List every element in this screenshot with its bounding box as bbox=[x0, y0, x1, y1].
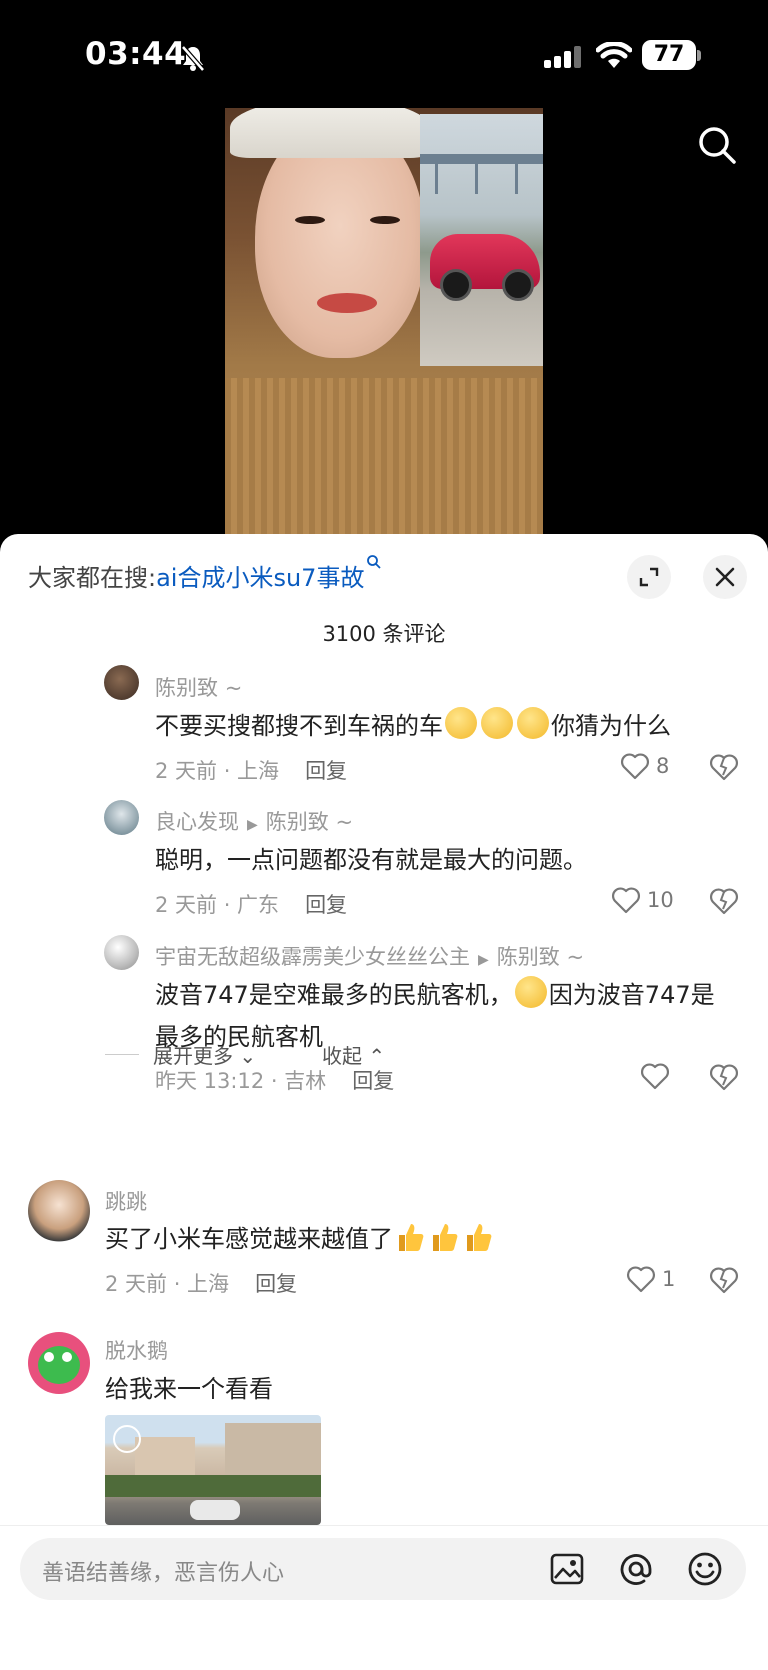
mention-icon[interactable] bbox=[617, 1550, 655, 1588]
reply-button[interactable]: 回复 bbox=[305, 759, 347, 783]
dislike-heart-icon[interactable] bbox=[709, 753, 739, 781]
avatar[interactable] bbox=[104, 935, 139, 970]
wifi-icon bbox=[596, 42, 632, 68]
close-button[interactable] bbox=[703, 555, 747, 599]
emoji-icon bbox=[517, 707, 549, 739]
battery-tip bbox=[697, 50, 701, 61]
reply-meta: 昨天 13:12 · 吉林 回复 bbox=[155, 1069, 395, 1093]
expand-button[interactable] bbox=[627, 555, 671, 599]
video-cap bbox=[230, 108, 430, 158]
search-icon[interactable] bbox=[697, 125, 737, 165]
comment-author[interactable]: 脱水鹅 bbox=[105, 1335, 168, 1365]
image-icon[interactable] bbox=[548, 1550, 586, 1588]
heart-icon bbox=[627, 1266, 655, 1293]
comment-count: 3100 条评论 bbox=[322, 622, 446, 646]
search-small-icon bbox=[367, 555, 382, 569]
collapse-button[interactable]: 收起 ⌃ bbox=[322, 1040, 385, 1069]
dislike-heart-icon[interactable] bbox=[709, 887, 739, 915]
chevron-down-icon: ⌄ bbox=[239, 1044, 257, 1068]
reply-text: 聪明，一点问题都没有就是最大的问题。 bbox=[155, 846, 587, 874]
divider bbox=[105, 1054, 139, 1055]
reply-author[interactable]: 宇宙无敌超级霹雳美少女丝丝公主 ▶ 陈别致 ~ bbox=[155, 941, 584, 971]
reply-button[interactable]: 回复 bbox=[305, 893, 347, 917]
reply-button[interactable]: 回复 bbox=[352, 1069, 394, 1093]
comment-input-placeholder: 善语结善缘，恶言伤人心 bbox=[42, 1561, 285, 1586]
reply-author[interactable]: 良心发现 ▶ 陈别致 ~ bbox=[155, 806, 353, 836]
dislike-heart-icon[interactable] bbox=[709, 1063, 739, 1091]
dislike-heart-icon[interactable] bbox=[709, 1266, 739, 1294]
emoji-icon bbox=[514, 976, 547, 1008]
cellular-signal-icon bbox=[544, 46, 581, 68]
video-inset-car-image bbox=[420, 114, 543, 366]
battery-level: 77 bbox=[642, 40, 696, 70]
avatar[interactable] bbox=[28, 1332, 90, 1394]
comment-input[interactable]: 善语结善缘，恶言伤人心 bbox=[20, 1538, 746, 1600]
like-button[interactable] bbox=[640, 1062, 670, 1090]
like-button[interactable]: 10 bbox=[611, 886, 674, 914]
reply-text: 不要买搜都搜不到车祸的车 你猜为什么 bbox=[155, 705, 671, 747]
hot-search-label: 大家都在搜: bbox=[28, 564, 157, 592]
comment-author[interactable]: 跳跳 bbox=[105, 1186, 147, 1216]
hot-search-keyword[interactable]: ai合成小米su7事故 bbox=[156, 564, 364, 592]
hot-search[interactable]: 大家都在搜:ai合成小米su7事故 bbox=[28, 555, 382, 593]
comment-text: 买了小米车感觉越来越值了 bbox=[105, 1218, 495, 1260]
close-icon bbox=[715, 567, 735, 587]
like-button[interactable]: 1 bbox=[626, 1265, 675, 1293]
like-button[interactable]: 8 bbox=[620, 752, 669, 780]
red-car bbox=[430, 234, 540, 301]
emoji-icon bbox=[445, 707, 477, 739]
expand-more-button[interactable]: 展开更多 ⌄ bbox=[153, 1040, 256, 1069]
thumbs-up-emoji-icon bbox=[433, 1224, 458, 1251]
reply-author[interactable]: 陈别致 ~ bbox=[155, 672, 242, 702]
heart-icon bbox=[621, 753, 649, 780]
comment-input-bar: 善语结善缘，恶言伤人心 bbox=[0, 1525, 768, 1670]
chevron-up-icon: ⌃ bbox=[368, 1044, 386, 1068]
video-sweater bbox=[225, 378, 543, 538]
reply-button[interactable]: 回复 bbox=[255, 1272, 297, 1296]
status-bar: 03:44 77 bbox=[0, 0, 768, 100]
silent-bell-icon bbox=[181, 45, 205, 72]
emoji-icon bbox=[481, 707, 513, 739]
comment-meta: 2 天前 · 上海 回复 bbox=[105, 1272, 298, 1296]
thumbs-up-emoji-icon bbox=[399, 1224, 424, 1251]
reply-meta: 2 天前 · 上海 回复 bbox=[155, 759, 348, 783]
heart-icon bbox=[612, 887, 640, 914]
emoji-picker-icon[interactable] bbox=[686, 1550, 724, 1588]
comment-text: 给我来一个看看 bbox=[105, 1375, 273, 1403]
avatar[interactable] bbox=[104, 665, 139, 700]
thumbs-up-emoji-icon bbox=[467, 1224, 492, 1251]
avatar[interactable] bbox=[104, 800, 139, 835]
expand-icon bbox=[639, 567, 659, 587]
status-time: 03:44 bbox=[85, 36, 187, 72]
avatar[interactable] bbox=[28, 1180, 90, 1242]
reply-meta: 2 天前 · 广东 回复 bbox=[155, 893, 348, 917]
heart-icon bbox=[641, 1063, 669, 1090]
live-photo-icon bbox=[113, 1425, 141, 1453]
comment-image[interactable] bbox=[105, 1415, 321, 1525]
